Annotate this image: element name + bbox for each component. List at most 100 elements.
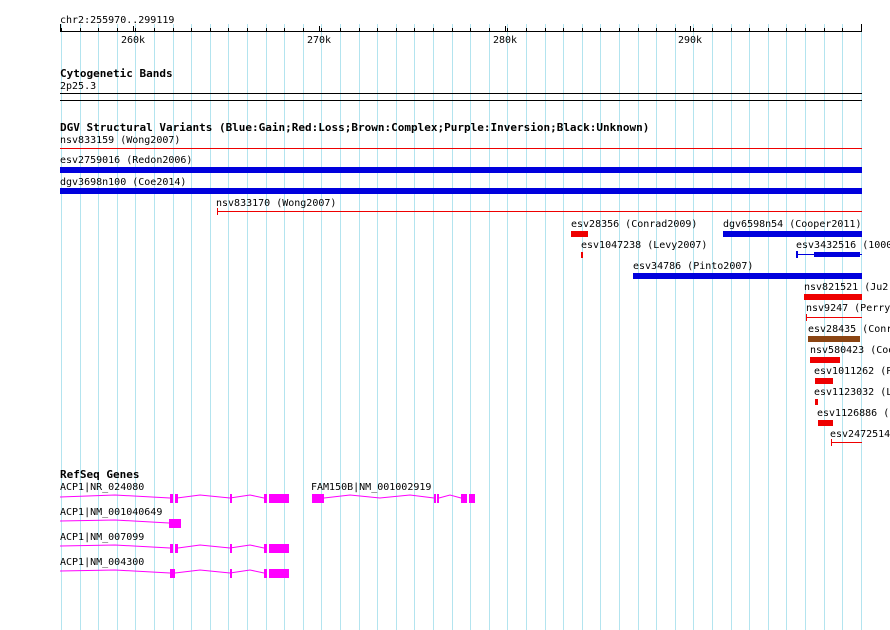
variant-label[interactable]: esv2759016 (Redon2006)	[60, 155, 192, 166]
variant-bar-gain[interactable]	[796, 251, 798, 258]
ruler-minor-tick	[340, 28, 341, 31]
variant-bar-complex[interactable]	[808, 336, 860, 342]
variant-label[interactable]: esv3432516 (1000	[796, 240, 890, 251]
variant-bar-loss[interactable]	[818, 420, 833, 426]
gene-model[interactable]	[0, 515, 300, 531]
cytoband-band-top	[60, 93, 862, 94]
ruler-minor-tick	[80, 28, 81, 31]
ruler-major-tick	[690, 26, 691, 32]
variant-bar-loss[interactable]	[217, 211, 862, 212]
variant-label[interactable]: esv1123032 (L	[814, 387, 890, 398]
variant-bar-loss[interactable]	[804, 294, 862, 300]
ruler-minor-tick	[154, 28, 155, 31]
variant-label[interactable]: dgv3698n100 (Coe2014)	[60, 177, 186, 188]
variant-bar-loss[interactable]	[806, 317, 862, 318]
ruler-minor-tick	[768, 28, 769, 31]
ruler-minor-tick	[359, 28, 360, 31]
variant-bar-loss[interactable]	[581, 252, 583, 258]
ruler-minor-tick	[98, 28, 99, 31]
grid-line	[526, 24, 527, 630]
variant-bar-end	[831, 439, 832, 446]
ruler-minor-tick	[638, 28, 639, 31]
ruler-minor-tick	[786, 28, 787, 31]
ruler-major-tick	[319, 26, 320, 32]
dgv-track-title[interactable]: DGV Structural Variants (Blue:Gain;Red:L…	[60, 121, 649, 134]
refseq-track-title[interactable]: RefSeq Genes	[60, 468, 139, 481]
variant-bar-end	[806, 314, 807, 321]
gene-model[interactable]	[0, 565, 300, 581]
variant-label[interactable]: esv1011262 (P	[814, 366, 890, 377]
variant-label[interactable]: esv34786 (Pinto2007)	[633, 261, 753, 272]
variant-bar-gain[interactable]	[60, 188, 862, 194]
ruler-minor-tick	[247, 28, 248, 31]
ruler-minor-tick	[303, 28, 304, 31]
ruler-minor-tick	[861, 28, 862, 31]
gene-model[interactable]	[0, 490, 480, 506]
grid-line	[563, 24, 564, 630]
ruler-minor-tick	[600, 28, 601, 31]
ruler-minor-tick	[135, 28, 136, 31]
grid-line	[675, 24, 676, 630]
grid-line	[712, 24, 713, 630]
ruler-minor-tick	[526, 28, 527, 31]
gene-model[interactable]	[0, 540, 300, 556]
variant-label[interactable]: esv28435 (Conr	[808, 324, 890, 335]
grid-line	[470, 24, 471, 630]
variant-bar-gain[interactable]	[633, 273, 862, 279]
variant-label[interactable]: esv28356 (Conrad2009)	[571, 219, 697, 230]
variant-bar-gain[interactable]	[723, 231, 862, 237]
variant-bar-gain[interactable]	[814, 252, 860, 257]
ruler-minor-tick	[470, 28, 471, 31]
ruler-major-tick	[133, 26, 134, 32]
ruler-minor-tick	[805, 28, 806, 31]
cytoband-band-bottom	[60, 100, 862, 101]
grid-line	[805, 24, 806, 630]
ruler-minor-tick	[61, 28, 62, 31]
variant-label[interactable]: nsv580423 (Coo	[810, 345, 890, 356]
grid-line	[414, 24, 415, 630]
cytoband-track-title[interactable]: Cytogenetic Bands	[60, 67, 173, 80]
ruler-minor-tick	[266, 28, 267, 31]
ruler-minor-tick	[712, 28, 713, 31]
variant-label[interactable]: dgv6598n54 (Cooper2011)	[723, 219, 861, 230]
ruler-major-tick	[505, 26, 506, 32]
ruler-minor-tick	[824, 28, 825, 31]
variant-bar-loss[interactable]	[60, 148, 862, 149]
variant-bar-loss[interactable]	[810, 357, 840, 363]
grid-line	[303, 24, 304, 630]
ruler-minor-tick	[433, 28, 434, 31]
variant-bar-loss[interactable]	[815, 399, 818, 405]
variant-label[interactable]: nsv833170 (Wong2007)	[216, 198, 336, 209]
variant-bar-loss[interactable]	[815, 378, 833, 384]
genome-browser-view: { "ruler": { "region": "chr2:255970..299…	[0, 0, 890, 630]
grid-line	[545, 24, 546, 630]
variant-label[interactable]: esv1126886 (	[817, 408, 889, 419]
grid-line	[638, 24, 639, 630]
variant-label[interactable]: esv1047238 (Levy2007)	[581, 240, 707, 251]
ruler-minor-tick	[693, 28, 694, 31]
grid-line	[396, 24, 397, 630]
variant-label[interactable]: nsv833159 (Wong2007)	[60, 135, 180, 146]
variant-label[interactable]: nsv9247 (Perry	[806, 303, 890, 314]
ruler-minor-tick	[414, 28, 415, 31]
grid-line	[619, 24, 620, 630]
grid-line	[507, 24, 508, 630]
grid-line	[656, 24, 657, 630]
ruler-tick-label: 280k	[493, 35, 518, 46]
grid-line	[433, 24, 434, 630]
ruler-minor-tick	[191, 28, 192, 31]
variant-bar-loss[interactable]	[571, 231, 588, 237]
ruler-tick-label: 260k	[121, 35, 146, 46]
ruler-minor-tick	[452, 28, 453, 31]
ruler-minor-tick	[377, 28, 378, 31]
ruler-minor-tick	[731, 28, 732, 31]
ruler-minor-tick	[173, 28, 174, 31]
variant-bar-end	[217, 208, 218, 215]
variant-label[interactable]: esv2472514	[830, 429, 890, 440]
ruler-minor-tick	[117, 28, 118, 31]
ruler-minor-tick	[563, 28, 564, 31]
variant-bar-loss[interactable]	[831, 442, 862, 443]
variant-bar-gain[interactable]	[60, 167, 862, 173]
ruler-minor-tick	[489, 28, 490, 31]
variant-label[interactable]: nsv821521 (Ju2	[804, 282, 888, 293]
